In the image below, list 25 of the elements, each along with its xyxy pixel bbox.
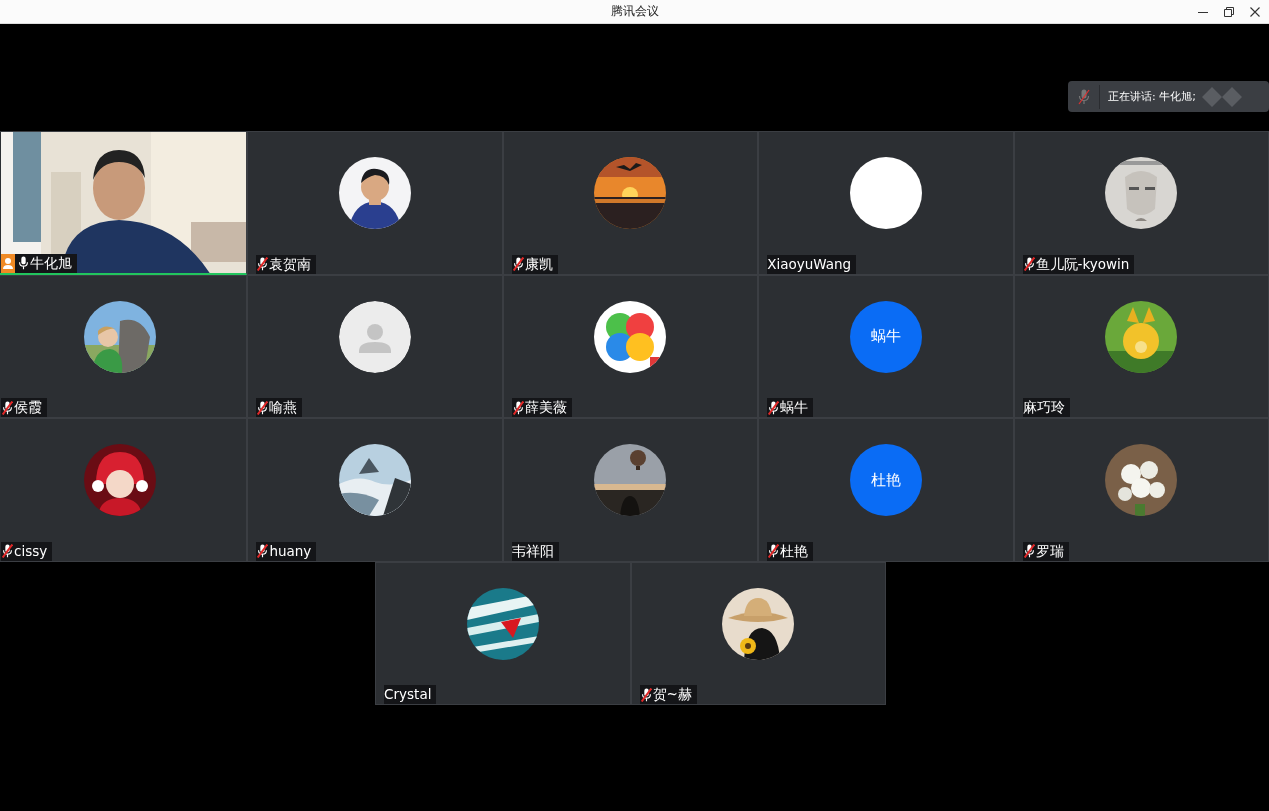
participant-name: huany xyxy=(269,541,312,561)
participant-name: 杜艳 xyxy=(780,541,809,561)
participant-name: 罗瑞 xyxy=(1035,541,1064,561)
participant-name: XiaoyuWang xyxy=(767,254,852,274)
participant-name: 麻巧玲 xyxy=(1022,398,1065,417)
avatar: 蜗牛 xyxy=(849,300,922,373)
participant-name: Crystal xyxy=(384,685,432,704)
participant-name: 侯霞 xyxy=(14,398,42,417)
participant-name: 韦祥阳 xyxy=(511,541,554,561)
avatar-placeholder-icon xyxy=(339,300,412,373)
close-icon xyxy=(1250,6,1260,17)
participant-name: cissy xyxy=(14,541,48,561)
restore-icon xyxy=(1224,6,1234,17)
participant-name: 袁贺南 xyxy=(269,254,312,274)
participant-name: 康凯 xyxy=(524,254,553,274)
participant-name: 薛美薇 xyxy=(524,398,567,417)
avatar: 杜艳 xyxy=(849,444,922,516)
logo-icon xyxy=(1201,85,1242,108)
participant-name: 牛化旭 xyxy=(30,253,72,273)
window-title: 腾讯会议 xyxy=(610,3,659,20)
participant-name: 喻燕 xyxy=(269,398,298,417)
speaking-text: 正在讲话: 牛化旭; xyxy=(1108,89,1196,104)
participant-name: 蜗牛 xyxy=(780,398,809,417)
participant-name: 贺~赫 xyxy=(652,685,692,704)
participant-name: 鱼儿阮-kyowin xyxy=(1035,254,1130,274)
